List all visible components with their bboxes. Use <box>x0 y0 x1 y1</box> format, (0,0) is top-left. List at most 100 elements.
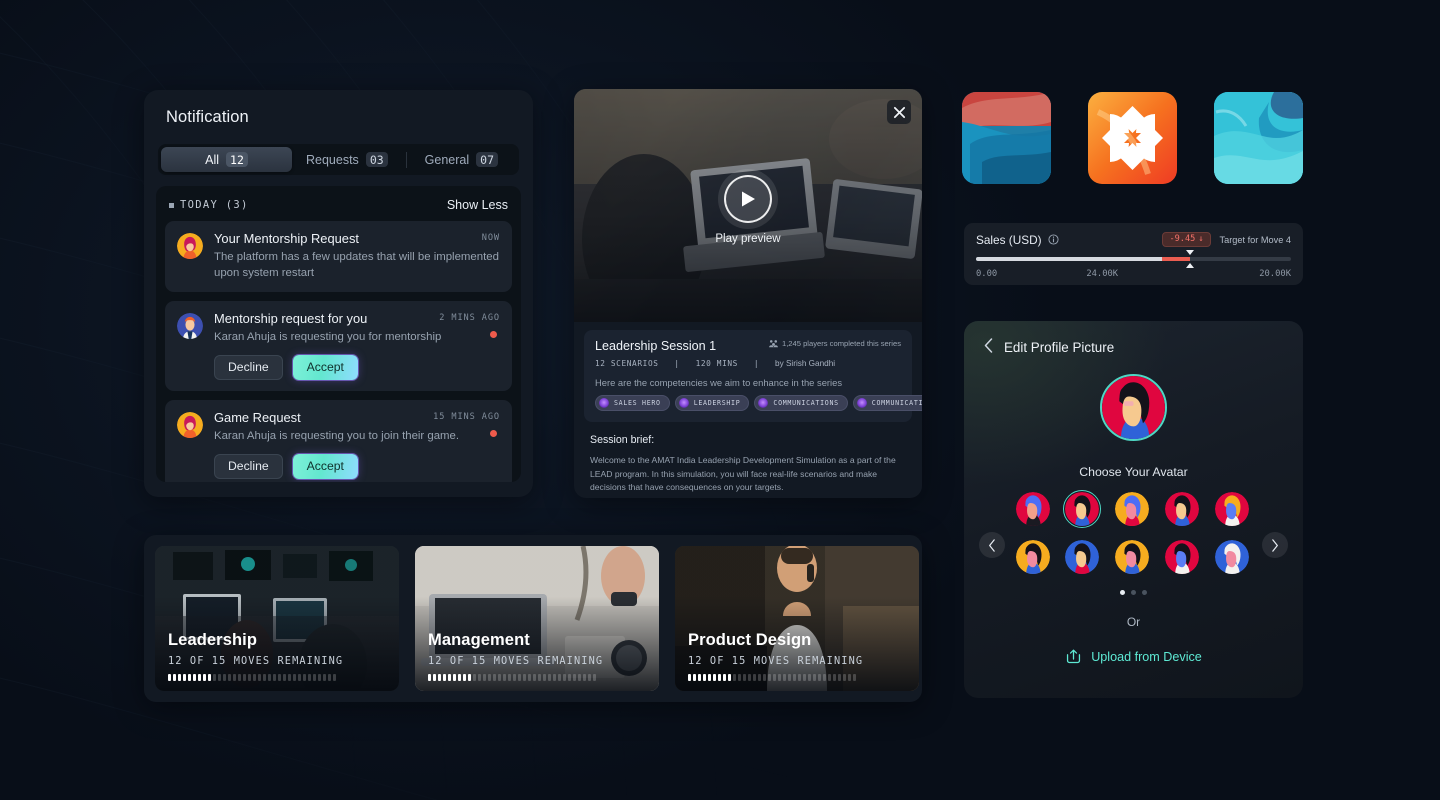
progress-segment <box>508 674 511 681</box>
avatar <box>177 233 203 259</box>
info-icon[interactable] <box>1048 234 1059 245</box>
players-completed-text: 1,245 players completed this series <box>781 339 901 348</box>
sales-metric-card: Sales (USD) -9.45 ↓ Target for Move 4 0.… <box>964 223 1303 285</box>
avatar-option-4[interactable] <box>1164 492 1199 526</box>
competency-tags: SALES HERO LEADERSHIP COMMUNICATIONS COM… <box>595 395 922 411</box>
session-meta: Leadership Session 1 1,245 players compl… <box>584 330 922 422</box>
current-avatar[interactable] <box>1100 374 1167 441</box>
list-item[interactable]: NOW Your Mentorship Request The platform… <box>165 221 512 292</box>
progress-segment <box>723 674 726 681</box>
carousel-prev-button[interactable] <box>979 532 1005 558</box>
progress-segment <box>768 674 771 681</box>
teal-fluid-thumbnail[interactable] <box>1214 92 1303 184</box>
course-card-product-design[interactable]: Product Design 12 OF 15 MOVES REMAINING <box>675 546 919 691</box>
video-preview[interactable]: Play preview <box>574 89 922 322</box>
avatar-art <box>1015 540 1050 574</box>
progress-segment <box>263 674 266 681</box>
course-card-management[interactable]: Management 12 OF 15 MOVES REMAINING <box>415 546 659 691</box>
progress-segment <box>428 674 431 681</box>
avatar-option-9[interactable] <box>1164 540 1199 574</box>
page-title: Notification <box>166 108 249 126</box>
upload-icon <box>1067 649 1081 664</box>
avatar-grid <box>1015 489 1252 574</box>
app-canvas: Notification All 12 Requests 03 General … <box>0 0 1440 800</box>
progress-segment <box>538 674 541 681</box>
group-label-text: TODAY (3) <box>180 199 249 211</box>
list-item[interactable]: 15 MINS AGO Game Request Karan Ahuja is … <box>165 400 512 482</box>
accept-button[interactable]: Accept <box>292 355 358 380</box>
progress-segment <box>513 674 516 681</box>
page-dot-1[interactable] <box>1120 590 1125 595</box>
tag-leadership[interactable]: LEADERSHIP <box>674 395 750 411</box>
sales-label: Sales (USD) <box>976 232 1042 247</box>
progress-segment <box>838 674 841 681</box>
decline-button[interactable]: Decline <box>214 355 283 380</box>
tab-all-label: All <box>205 152 220 167</box>
progress-segment <box>448 674 451 681</box>
avatar-option-7[interactable] <box>1065 540 1100 574</box>
course-progress <box>428 674 646 681</box>
tag-sales-hero[interactable]: SALES HERO <box>595 395 670 411</box>
progress-segment <box>188 674 191 681</box>
page-dot-3[interactable] <box>1142 590 1147 595</box>
tab-all[interactable]: All 12 <box>161 147 292 172</box>
progress-segment <box>238 674 241 681</box>
tab-requests[interactable]: Requests 03 <box>292 147 402 172</box>
show-less-button[interactable]: Show Less <box>447 198 508 212</box>
back-chevron-icon[interactable] <box>984 338 993 356</box>
avatar-option-6[interactable] <box>1015 540 1050 574</box>
tag-communications-1[interactable]: COMMUNICATIONS <box>754 395 848 411</box>
orange-flower-logo-thumbnail[interactable] <box>1088 92 1177 184</box>
avatar-option-1[interactable] <box>1015 492 1050 526</box>
course-card-leadership[interactable]: Leadership 12 OF 15 MOVES REMAINING <box>155 546 399 691</box>
decline-button[interactable]: Decline <box>214 454 283 479</box>
avatar-art <box>1214 492 1249 526</box>
avatar-option-2[interactable] <box>1062 489 1102 529</box>
progress-segment <box>518 674 521 681</box>
progress-segment <box>328 674 331 681</box>
accept-button[interactable]: Accept <box>292 454 358 479</box>
close-button[interactable] <box>887 100 911 124</box>
progress-segment <box>193 674 196 681</box>
delta-arrow-icon: ↓ <box>1198 234 1204 244</box>
progress-segment <box>778 674 781 681</box>
group-label: TODAY (3) <box>169 199 249 211</box>
progress-segment <box>823 674 826 681</box>
progress-segment <box>813 674 816 681</box>
progress-segment <box>843 674 846 681</box>
session-subline: 12 SCENARIOS | 120 MINS | by Sirish Gand… <box>595 359 836 368</box>
tab-general[interactable]: General 07 <box>411 147 512 172</box>
progress-segment <box>478 674 481 681</box>
avatar-option-5[interactable] <box>1214 492 1249 526</box>
carousel-next-button[interactable] <box>1262 532 1288 558</box>
notification-panel: Notification All 12 Requests 03 General … <box>144 90 533 497</box>
notification-body: The platform has a few updates that will… <box>214 251 499 279</box>
progress-segment <box>268 674 271 681</box>
tag-communications-2[interactable]: COMMUNICATIONS <box>852 395 922 411</box>
progress-segment <box>183 674 186 681</box>
progress-segment <box>483 674 486 681</box>
page-dot-2[interactable] <box>1131 590 1136 595</box>
notification-actions: Decline Accept <box>214 355 500 380</box>
progress-segment <box>788 674 791 681</box>
notification-time: 15 MINS AGO <box>433 412 500 422</box>
abstract-blue-red-thumbnail[interactable] <box>962 92 1051 184</box>
upload-from-device-button[interactable]: Upload from Device <box>964 648 1303 665</box>
progress-segment <box>583 674 586 681</box>
play-button[interactable] <box>724 175 772 223</box>
chevron-right-icon <box>1272 538 1278 552</box>
session-duration: 120 MINS <box>695 359 738 368</box>
upload-from-device-label: Upload from Device <box>1091 649 1202 664</box>
sales-progress-bar[interactable] <box>976 250 1291 268</box>
progress-segment <box>588 674 591 681</box>
avatar-option-3[interactable] <box>1115 492 1150 526</box>
avatar-option-8[interactable] <box>1115 540 1150 574</box>
progress-segment <box>533 674 536 681</box>
list-item[interactable]: 2 MINS AGO Mentorship request for you Ka… <box>165 301 512 391</box>
course-moves: 12 OF 15 MOVES REMAINING <box>168 655 344 667</box>
avatar-option-10[interactable] <box>1214 540 1249 574</box>
progress-segment <box>443 674 446 681</box>
progress-segment <box>688 674 691 681</box>
progress-segment <box>738 674 741 681</box>
edit-profile-picture-panel: Edit Profile Picture Choose Your Avatar <box>964 321 1303 698</box>
